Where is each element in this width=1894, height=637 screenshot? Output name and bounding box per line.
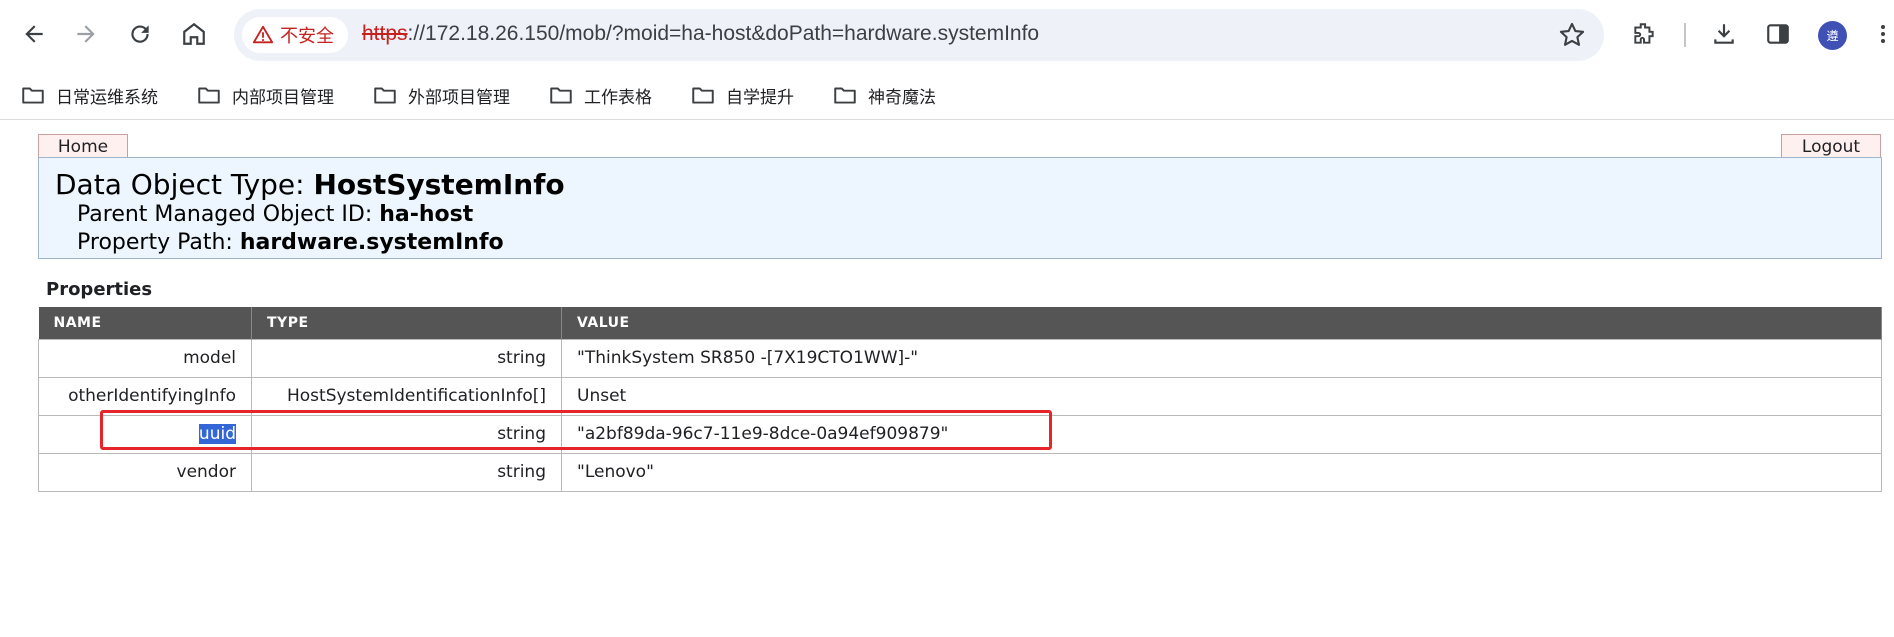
bookmark-label: 工作表格 — [584, 87, 652, 108]
folder-icon — [198, 87, 220, 104]
property-path-label: Property Path: — [77, 230, 233, 255]
bookmark-star-icon[interactable] — [1558, 21, 1586, 49]
logout-link[interactable]: Logout — [1781, 134, 1881, 158]
data-object-type-label: Data Object Type: — [55, 168, 305, 201]
data-object-type: Data Object Type: HostSystemInfo — [55, 168, 565, 201]
folder-icon — [22, 87, 44, 104]
table-row: model string "ThinkSystem SR850 -[7X19CT… — [38, 338, 1882, 378]
home-icon[interactable] — [176, 16, 212, 52]
warning-icon — [252, 25, 274, 44]
address-bar[interactable]: 不安全 https://172.18.26.150/mob/?moid=ha-h… — [234, 9, 1604, 61]
header-name: NAME — [38, 307, 252, 339]
bookmark-folder[interactable]: 日常运维系统 — [20, 78, 158, 112]
security-chip[interactable]: 不安全 — [242, 17, 348, 53]
url-rest: ://172.18.26.150/mob/?moid=ha-host&doPat… — [407, 22, 1040, 45]
browser-toolbar: 不安全 https://172.18.26.150/mob/?moid=ha-h… — [0, 0, 1894, 70]
url-scheme: https — [362, 22, 408, 45]
properties-table: NAME TYPE VALUE model string "ThinkSyste… — [38, 307, 1882, 492]
folder-icon — [692, 87, 714, 104]
parent-moid-label: Parent Managed Object ID: — [77, 202, 373, 227]
property-name: vendor — [38, 452, 252, 492]
parent-moid: Parent Managed Object ID: ha-host — [77, 202, 473, 227]
header-value: VALUE — [561, 307, 1882, 339]
property-path-value: hardware.systemInfo — [239, 230, 504, 255]
toolbar-divider — [1684, 23, 1686, 47]
bookmark-folder[interactable]: 工作表格 — [548, 78, 652, 112]
bookmark-folder[interactable]: 内部项目管理 — [196, 78, 334, 112]
side-panel-icon[interactable] — [1760, 16, 1796, 52]
annotation-highlight-box — [100, 410, 1052, 450]
url-text[interactable]: https://172.18.26.150/mob/?moid=ha-host&… — [362, 22, 1039, 46]
bookmark-label: 神奇魔法 — [868, 87, 936, 108]
bookmark-folder[interactable]: 自学提升 — [690, 78, 794, 112]
property-path: Property Path: hardware.systemInfo — [77, 230, 504, 255]
table-header-row: NAME TYPE VALUE — [38, 307, 1882, 339]
back-icon[interactable] — [16, 16, 52, 52]
bookmark-label: 自学提升 — [726, 87, 794, 108]
folder-icon — [550, 87, 572, 104]
object-header: Data Object Type: HostSystemInfo Parent … — [38, 157, 1882, 259]
download-icon[interactable] — [1706, 16, 1742, 52]
bookmark-folder[interactable]: 神奇魔法 — [832, 78, 936, 112]
mob-page: Home Logout Data Object Type: HostSystem… — [0, 121, 1894, 637]
properties-title: Properties — [46, 279, 153, 300]
forward-icon[interactable] — [68, 16, 104, 52]
table-row: vendor string "Lenovo" — [38, 452, 1882, 492]
parent-moid-value[interactable]: ha-host — [379, 202, 473, 227]
bookmarks-bar: 日常运维系统 内部项目管理 外部项目管理 工作表格 自学提升 神奇魔法 — [0, 70, 1894, 120]
extensions-icon[interactable] — [1626, 16, 1662, 52]
menu-kebab-icon[interactable] — [1872, 16, 1894, 52]
home-link[interactable]: Home — [38, 134, 128, 158]
header-type: TYPE — [251, 307, 562, 339]
property-type: string — [251, 452, 562, 492]
folder-icon — [374, 87, 396, 104]
bookmark-label: 日常运维系统 — [56, 87, 158, 108]
profile-avatar[interactable]: 遵 — [1818, 21, 1847, 50]
property-type: string — [251, 338, 562, 378]
reload-icon[interactable] — [122, 16, 158, 52]
security-label: 不安全 — [280, 26, 334, 47]
bookmark-label: 内部项目管理 — [232, 87, 334, 108]
data-object-type-value: HostSystemInfo — [313, 168, 565, 201]
bookmark-label: 外部项目管理 — [408, 87, 510, 108]
bookmark-folder[interactable]: 外部项目管理 — [372, 78, 510, 112]
folder-icon — [834, 87, 856, 104]
property-name: model — [38, 338, 252, 378]
property-value: "Lenovo" — [561, 452, 1882, 492]
property-value: "ThinkSystem SR850 -[7X19CTO1WW]-" — [561, 338, 1882, 378]
